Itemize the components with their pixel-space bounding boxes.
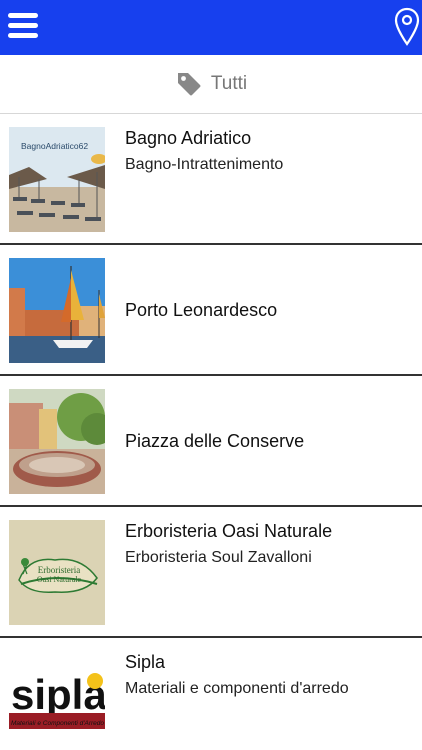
category-filter[interactable]: Tutti xyxy=(0,55,422,114)
item-subtitle: Bagno-Intrattenimento xyxy=(125,156,284,173)
places-list: BagnoAdriatico62 Bagno Adriatico Bagno-I… xyxy=(0,114,422,750)
item-subtitle: Erboristeria Soul Zavalloni xyxy=(125,549,312,566)
item-title: Porto Leonardesco xyxy=(125,300,278,320)
item-title: Bagno Adriatico xyxy=(125,128,252,148)
filter-label: Tutti xyxy=(210,73,248,94)
menu-button[interactable] xyxy=(8,11,40,43)
menu-bar xyxy=(8,33,38,38)
thumbnail-erboristeria-logo: Erboristeria Oasi Naturale xyxy=(9,520,105,625)
thumbnail-harbor xyxy=(9,258,105,363)
menu-bar xyxy=(8,23,38,28)
list-item[interactable]: BagnoAdriatico62 Bagno Adriatico Bagno-I… xyxy=(0,114,422,245)
item-title: Sipla xyxy=(125,652,166,672)
item-subtitle: Materiali e componenti d'arredo xyxy=(125,680,349,697)
thumb-logo-line-1: Erboristeria xyxy=(38,565,80,575)
menu-bar xyxy=(8,13,38,18)
list-item[interactable]: Piazza delle Conserve xyxy=(0,376,422,507)
thumb-sipla-caption: Materiali e Componenti d'Arredo xyxy=(11,720,104,727)
item-title: Erboristeria Oasi Naturale xyxy=(125,521,333,541)
thumb-logo-line-2: Oasi Naturale xyxy=(37,575,82,584)
list-item[interactable]: Erboristeria Oasi Naturale Erboristeria … xyxy=(0,507,422,638)
tag-icon xyxy=(177,73,201,96)
app-header xyxy=(0,0,422,55)
thumbnail-beach: BagnoAdriatico62 xyxy=(9,127,105,232)
thumbnail-square xyxy=(9,389,105,494)
list-item[interactable]: Porto Leonardesco xyxy=(0,245,422,376)
map-pin-icon[interactable] xyxy=(394,7,420,47)
thumbnail-sipla-logo: sipla Materiali e Componenti d'Arredo xyxy=(9,651,105,750)
list-item[interactable]: sipla Materiali e Componenti d'Arredo Si… xyxy=(0,638,422,750)
item-title: Piazza delle Conserve xyxy=(125,431,305,451)
thumb-brand-text: BagnoAdriatico62 xyxy=(21,141,88,151)
